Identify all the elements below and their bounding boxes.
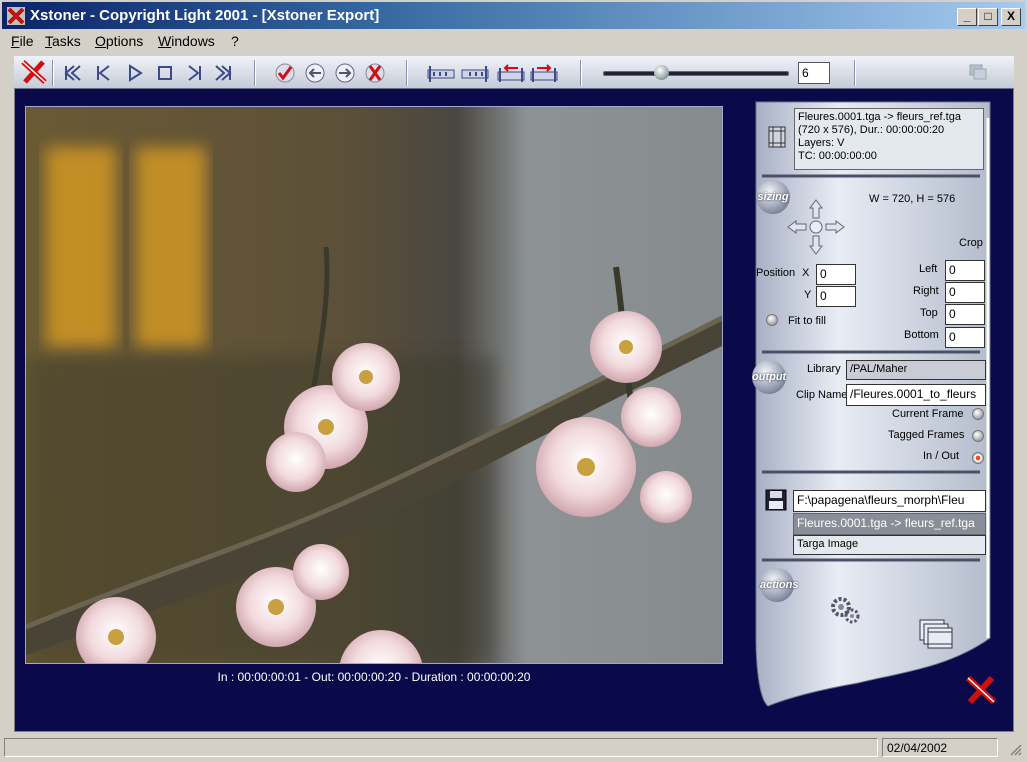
play-icon[interactable] xyxy=(124,62,146,84)
frame-slider-track[interactable] xyxy=(603,71,789,76)
crop-left-input[interactable]: 0 xyxy=(945,260,985,281)
xstoner-app-icon[interactable] xyxy=(7,7,25,25)
crop-right-label: Right xyxy=(913,285,939,297)
in-out-label: In / Out xyxy=(923,450,960,462)
toolbar-separator xyxy=(52,60,54,86)
fit-to-fill-radio[interactable] xyxy=(766,314,778,326)
frame-slider-thumb[interactable] xyxy=(654,65,670,80)
crop-top-label: Top xyxy=(920,307,938,319)
library-label: Library xyxy=(807,363,841,375)
export-panel: Fleures.0001.tga -> fleurs_ref.tga (720 … xyxy=(748,98,998,710)
clip-timing-caption: In : 00:00:00:01 - Out: 00:00:00:20 - Du… xyxy=(217,670,531,684)
save-disk-icon[interactable] xyxy=(764,488,788,512)
position-y-input[interactable]: 0 xyxy=(816,286,856,307)
window-title: Xstoner - Copyright Light 2001 - [Xstone… xyxy=(30,7,380,24)
frame-number-input[interactable]: 6 xyxy=(798,62,830,84)
crop-right-input[interactable]: 0 xyxy=(945,282,985,303)
tagged-frames-label: Tagged Frames xyxy=(888,429,965,441)
in-out-radio[interactable] xyxy=(972,452,984,464)
layers-icon[interactable] xyxy=(968,63,990,83)
file-clip-field[interactable]: Fleures.0001.tga -> fleurs_ref.tga xyxy=(793,513,986,535)
xstoner-logo-icon[interactable] xyxy=(20,59,48,85)
mark-out-icon[interactable] xyxy=(460,62,490,84)
right-arrow-icon[interactable] xyxy=(334,62,356,84)
current-frame-radio[interactable] xyxy=(972,408,984,420)
toolbar-separator xyxy=(854,60,856,86)
library-field[interactable]: /PAL/Maher xyxy=(846,360,986,380)
check-icon[interactable] xyxy=(274,62,296,84)
position-label: Position xyxy=(756,267,796,279)
crop-label: Crop xyxy=(959,237,983,249)
title-bar: Xstoner - Copyright Light 2001 - [Xstone… xyxy=(2,2,1025,29)
first-frame-icon[interactable] xyxy=(62,62,84,84)
blossom-photo xyxy=(26,147,722,663)
position-x-label: X xyxy=(802,267,810,279)
clip-preview-image xyxy=(25,106,723,664)
toolbar-separator xyxy=(254,60,256,86)
position-y-label: Y xyxy=(804,289,812,301)
clip-info-box: Fleures.0001.tga -> fleurs_ref.tga (720 … xyxy=(794,108,984,170)
clip-info-line-4: TC: 00:00:00:00 xyxy=(798,150,877,162)
toolbar-separator xyxy=(580,60,582,86)
swap-right-icon[interactable] xyxy=(529,62,559,84)
fit-to-fill-label: Fit to fill xyxy=(788,315,826,327)
gears-icon[interactable] xyxy=(828,594,862,626)
clip-info-line-1: Fleures.0001.tga -> fleurs_ref.tga xyxy=(798,111,961,123)
file-format-field[interactable]: Targa Image xyxy=(793,535,986,555)
output-section-button[interactable]: output xyxy=(752,360,786,394)
sizing-section-button[interactable]: sizing xyxy=(756,180,790,214)
menu-file[interactable]: File xyxy=(11,33,34,49)
toolbar: 6 xyxy=(14,56,1014,89)
maximize-button[interactable]: □ xyxy=(978,8,998,26)
menu-help[interactable]: ? xyxy=(231,33,239,49)
actions-section-button[interactable]: actions xyxy=(760,568,799,602)
crop-bottom-input[interactable]: 0 xyxy=(945,327,985,348)
status-bar: 02/04/2002 xyxy=(2,736,1025,760)
crop-top-input[interactable]: 0 xyxy=(945,304,985,325)
menu-bar: File Tasks Options Windows ? xyxy=(2,30,1025,52)
position-x-input[interactable]: 0 xyxy=(816,264,856,285)
menu-windows[interactable]: Windows xyxy=(158,33,215,49)
left-arrow-icon[interactable] xyxy=(304,62,326,84)
crop-bottom-label: Bottom xyxy=(904,329,939,341)
file-path-input[interactable]: F:\papagena\fleurs_morph\Fleu xyxy=(793,490,986,512)
xstoner-exit-icon[interactable] xyxy=(964,674,998,706)
toolbar-separator xyxy=(406,60,408,86)
mark-in-icon[interactable] xyxy=(426,62,456,84)
status-date: 02/04/2002 xyxy=(882,738,998,757)
cancel-icon[interactable] xyxy=(364,62,386,84)
position-arrows-icon[interactable] xyxy=(786,198,846,256)
menu-tasks[interactable]: Tasks xyxy=(45,33,81,49)
close-button[interactable]: X xyxy=(1001,8,1021,26)
minimize-button[interactable]: _ xyxy=(957,8,977,26)
last-frame-icon[interactable] xyxy=(212,62,234,84)
clip-info-line-2: (720 x 576), Dur.: 00:00:00:20 xyxy=(798,124,945,136)
clip-name-label: Clip Name xyxy=(796,389,848,401)
status-message-cell xyxy=(4,738,878,757)
menu-options[interactable]: Options xyxy=(95,33,143,49)
clip-info-line-3: Layers: V xyxy=(798,137,845,149)
previous-frame-icon[interactable] xyxy=(92,62,114,84)
film-clip-icon xyxy=(768,126,786,148)
current-frame-label: Current Frame xyxy=(892,408,964,420)
swap-left-icon[interactable] xyxy=(496,62,526,84)
next-frame-icon[interactable] xyxy=(184,62,206,84)
batch-frames-icon[interactable] xyxy=(918,618,958,652)
stop-icon[interactable] xyxy=(154,62,176,84)
resize-grip-icon[interactable] xyxy=(1008,742,1022,756)
dimensions-label: W = 720, H = 576 xyxy=(869,193,956,205)
crop-left-label: Left xyxy=(919,263,938,275)
clip-name-input[interactable]: /Fleures.0001_to_fleurs xyxy=(846,384,986,406)
tagged-frames-radio[interactable] xyxy=(972,430,984,442)
